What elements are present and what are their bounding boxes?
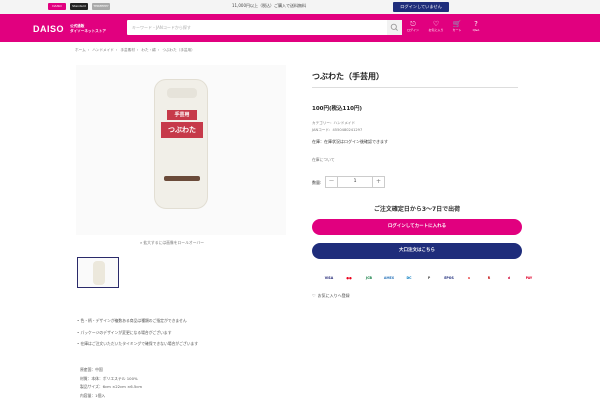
search-icon [390, 23, 398, 31]
brand-badge-threeppy[interactable]: THREEPPY [92, 3, 110, 10]
package-label-small: 手芸用 [167, 110, 197, 120]
jcb-icon: JCB [366, 276, 372, 280]
spec-quantity: 内容量：1個入 [80, 392, 106, 398]
cart-icon: 🛒 [452, 20, 462, 28]
d-payment-icon: d [507, 276, 511, 280]
heart-outline-icon: ♡ [312, 293, 316, 298]
header-login[interactable]: ⎋ ログイン [403, 20, 423, 33]
quantity-label: 数量: [312, 180, 322, 185]
logo-subtitle: 公式通販 ダイソーネットストア [70, 24, 106, 33]
login-add-to-cart-button[interactable]: ログインしてカートに入れる [312, 219, 522, 235]
breadcrumb-home[interactable]: ホーム [75, 48, 86, 52]
title-divider [312, 87, 518, 88]
header-login-label: ログイン [406, 28, 419, 32]
package-label-big: つぶわた [161, 122, 203, 138]
quantity-decrease-button[interactable]: － [326, 177, 338, 187]
shipping-estimate: ご注文確定日から3〜7日で出荷 [373, 206, 461, 213]
header-qa[interactable]: ? Q&A [466, 20, 486, 33]
paypay-icon: PAY [525, 276, 533, 280]
product-jan: JANコード：4550480241297 [312, 128, 363, 132]
spec-origin: 原産国：中国 [80, 367, 103, 372]
breadcrumb-current: つぶわた（手芸用） [162, 48, 195, 52]
search-input[interactable]: キーワード・JANコードから探す [132, 25, 191, 31]
breadcrumb-handmade[interactable]: ハンドメイド [92, 48, 114, 52]
zoom-hint-text: 拡大するには画像をロールオーバー [143, 240, 205, 245]
top-strip: DAISO Standard THREEPPY 11,000円以上（税込）ご購入… [0, 0, 600, 14]
mastercard-icon: ●● [346, 276, 352, 280]
search-box[interactable]: キーワード・JANコードから探す [127, 20, 402, 35]
product-thumbnail[interactable] [77, 257, 119, 288]
header-qa-label: Q&A [472, 28, 480, 32]
quantity-increase-button[interactable]: + [372, 177, 384, 187]
site-header: DAISO 公式通販 ダイソーネットストア キーワード・JANコードから探す ⎋… [0, 14, 600, 42]
note-item: パッケージのデザインが変更になる場合がございます [77, 327, 198, 339]
stock-info-link[interactable]: 在庫について [312, 157, 335, 163]
login-status-button[interactable]: ログインしていません [393, 2, 449, 12]
search-button[interactable] [387, 20, 402, 35]
bulk-order-button[interactable]: 大口注文はこちら [312, 243, 522, 259]
note-item: 在庫はご注文いただいたタイミングで確保できない場合がございます [77, 338, 198, 350]
header-cart[interactable]: 🛒 カート [447, 20, 467, 33]
product-notes: 色・柄・デザインが複数ある商品は種類のご指定ができません パッケージのデザインが… [77, 315, 198, 350]
header-favorites-label: お気に入り [428, 28, 444, 32]
spec-size: 製品サイズ：6cm ×22cm ×6.5cm [80, 384, 143, 389]
amex-icon: AMEX [383, 276, 395, 280]
stock-status: 在庫：在庫状況はログイン後確認できます [312, 139, 388, 144]
logo-subtitle-line2: ダイソーネットストア [70, 28, 106, 33]
quantity-stepper[interactable]: － 1 + [325, 176, 385, 188]
product-category: カテゴリー：ハンドメイド [312, 121, 356, 125]
breadcrumb-cotton[interactable]: わた・綿 [141, 48, 155, 52]
product-package: 手芸用 つぶわた [154, 79, 208, 209]
payment-methods: VISA ●● JCB AMEX DC P EPOS a R d PAY [322, 274, 536, 283]
diners-icon: DC [406, 276, 412, 280]
question-icon: ? [474, 20, 478, 28]
note-item: 色・柄・デザインが複数ある商品は種類のご指定ができません [77, 315, 198, 327]
epos-icon: EPOS [444, 276, 454, 280]
header-cart-label: カート [452, 28, 462, 32]
product-title: つぶわた（手芸用） [312, 72, 384, 81]
quantity-input[interactable]: 1 [338, 177, 372, 187]
add-to-favorites-label: お気に入りへ登録 [317, 293, 350, 298]
paypal-icon: P [427, 276, 431, 280]
brand-badge-daiso[interactable]: DAISO [48, 3, 66, 10]
spec-material: 材質：本体：ポリエステル 100% [80, 375, 138, 381]
brand-badge-standard[interactable]: Standard [70, 3, 88, 10]
aupay-icon: a [467, 276, 471, 280]
zoom-hint: ⌕ 拡大するには画像をロールオーバー [140, 240, 204, 246]
visa-icon: VISA [324, 276, 334, 280]
breadcrumb: ホーム › ハンドメイド › 手芸素材 › わた・綿 › つぶわた（手芸用） [75, 48, 195, 52]
heart-icon: ♡ [432, 20, 440, 28]
add-to-favorites-link[interactable]: ♡ お気に入りへ登録 [312, 293, 350, 299]
rakuten-pay-icon: R [487, 276, 491, 280]
free-shipping-notice: 11,000円以上（税込）ご購入で送料無料 [232, 3, 306, 8]
site-logo[interactable]: DAISO [33, 24, 64, 34]
product-price: 100円(税込110円) [312, 106, 362, 112]
breadcrumb-craft-materials[interactable]: 手芸素材 [120, 48, 134, 52]
login-icon: ⎋ [410, 20, 416, 28]
product-main-image[interactable]: 手芸用 つぶわた [76, 65, 286, 235]
header-favorites[interactable]: ♡ お気に入り [426, 20, 446, 33]
product-specs: 原産国：中国 材質：本体：ポリエステル 100% 製品サイズ：6cm ×22cm… [80, 366, 142, 400]
